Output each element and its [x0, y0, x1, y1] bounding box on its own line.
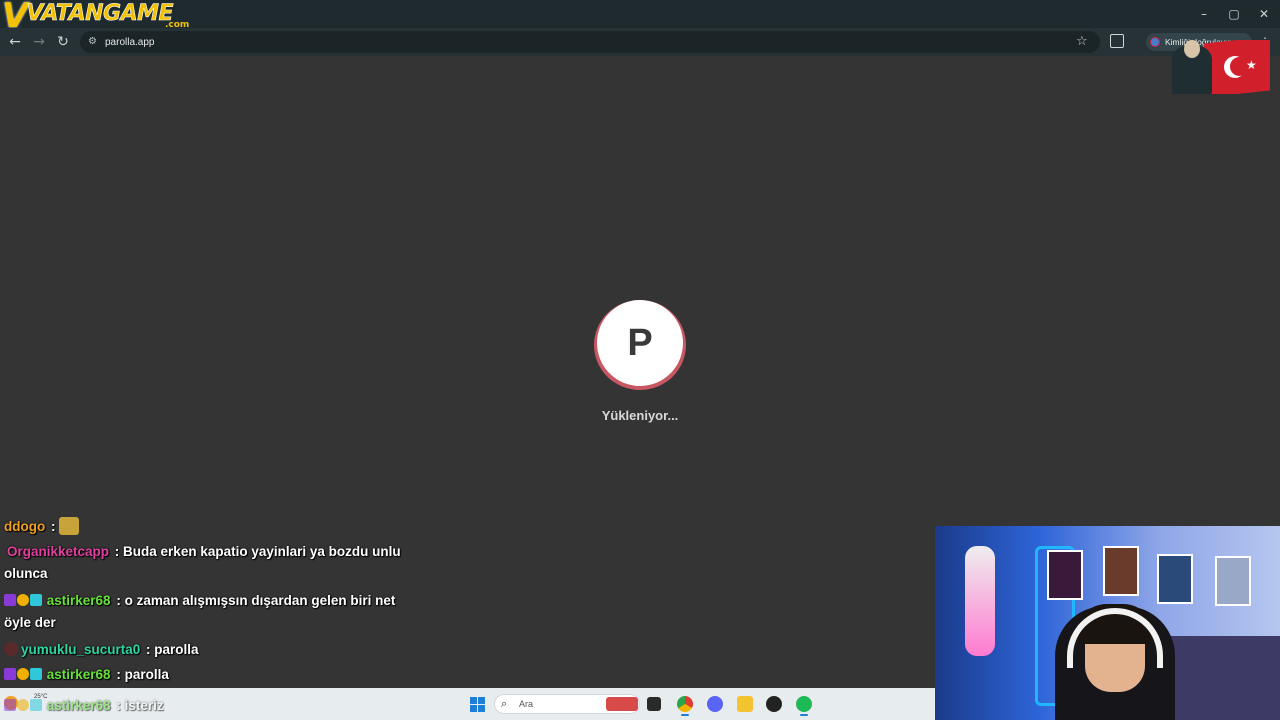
chat-message: yumuklu_sucurta0 : parolla — [4, 639, 424, 661]
wall-poster — [1215, 556, 1251, 606]
chat-text: parolla — [124, 667, 169, 682]
wall-poster — [1103, 546, 1139, 596]
chat-message: ddogo : — [4, 516, 424, 538]
maximize-button[interactable]: ▢ — [1224, 6, 1244, 22]
flag-star-icon: ★ — [1246, 58, 1257, 72]
logo-text: VATANGAME — [26, 1, 174, 27]
chat-username: Organikketcapp — [7, 544, 110, 559]
flag-portrait-overlay: ★ — [1164, 40, 1270, 94]
close-button[interactable]: ✕ — [1254, 6, 1274, 22]
search-highlight-image — [606, 697, 638, 711]
chat-separator: : — [142, 642, 155, 657]
chat-username: astirker68 — [46, 593, 111, 608]
gift-badge-icon — [30, 699, 42, 711]
task-view-icon[interactable] — [647, 697, 661, 711]
wall-poster — [1047, 550, 1083, 600]
sub-badge-icon — [4, 699, 16, 711]
bits-badge-icon — [17, 594, 29, 606]
url-text[interactable]: parolla.app — [105, 36, 154, 49]
stream-chat-overlay: ddogo : Organikketcapp : Buda erken kapa… — [4, 516, 424, 688]
bookmark-star-icon[interactable]: ☆ — [1076, 34, 1088, 50]
chat-username: astirker68 — [46, 698, 111, 713]
extensions-icon[interactable] — [1110, 34, 1124, 48]
microphone-image — [965, 546, 995, 656]
chat-username: ddogo — [4, 519, 46, 534]
discord-icon[interactable] — [707, 696, 723, 712]
chat-message-faded: astirker68 : isteriz — [4, 695, 164, 717]
chat-separator: : — [47, 519, 60, 534]
windows-start-icon[interactable] — [470, 697, 485, 712]
chat-text: isteriz — [124, 698, 164, 713]
back-icon[interactable]: ← — [5, 33, 25, 51]
spotify-icon[interactable] — [796, 696, 812, 712]
address-bar[interactable] — [80, 31, 1100, 53]
chat-message: astirker68 : o zaman alışmışsın dışardan… — [4, 590, 424, 634]
app-logo-letter: P — [627, 322, 653, 364]
gift-badge-icon — [30, 594, 42, 606]
chrome-icon[interactable] — [677, 696, 693, 712]
chat-username: yumuklu_sucurta0 — [21, 642, 141, 657]
sub-badge-icon — [4, 594, 16, 606]
chat-separator: : — [112, 698, 125, 713]
search-icon: ⌕ — [501, 697, 508, 710]
gift-badge-icon — [30, 668, 42, 680]
minimize-button[interactable]: – — [1194, 6, 1214, 22]
sub-badge-icon — [4, 668, 16, 680]
reload-icon[interactable]: ↻ — [53, 33, 73, 51]
user-avatar-icon — [4, 642, 18, 656]
bits-badge-icon — [17, 668, 29, 680]
file-explorer-icon[interactable] — [737, 696, 753, 712]
chat-separator: : — [112, 593, 125, 608]
taskbar-search-placeholder: Ara — [519, 699, 534, 709]
chat-username: astirker68 — [46, 667, 111, 682]
app-logo-circle: P — [597, 300, 683, 386]
loading-text: Yükleniyor... — [601, 408, 679, 423]
bits-badge-icon — [17, 699, 29, 711]
spotify-active-indicator — [800, 714, 808, 716]
avatar — [1150, 37, 1160, 47]
chat-message: astirker68 : parolla — [4, 664, 424, 686]
forward-icon[interactable]: → — [29, 33, 49, 51]
chat-message: Organikketcapp : Buda erken kapatio yayi… — [4, 541, 424, 585]
browser-title-bar — [0, 0, 1280, 28]
site-info-icon[interactable]: ⚙ — [88, 35, 100, 49]
webcam-overlay — [935, 526, 1280, 720]
wall-poster — [1157, 554, 1193, 604]
obs-icon[interactable] — [766, 696, 782, 712]
chrome-active-indicator — [681, 714, 689, 716]
portrait-head — [1184, 40, 1200, 58]
chat-separator: : — [111, 544, 124, 559]
chat-text: parolla — [154, 642, 199, 657]
chat-emote — [59, 517, 80, 535]
chat-separator: : — [112, 667, 125, 682]
